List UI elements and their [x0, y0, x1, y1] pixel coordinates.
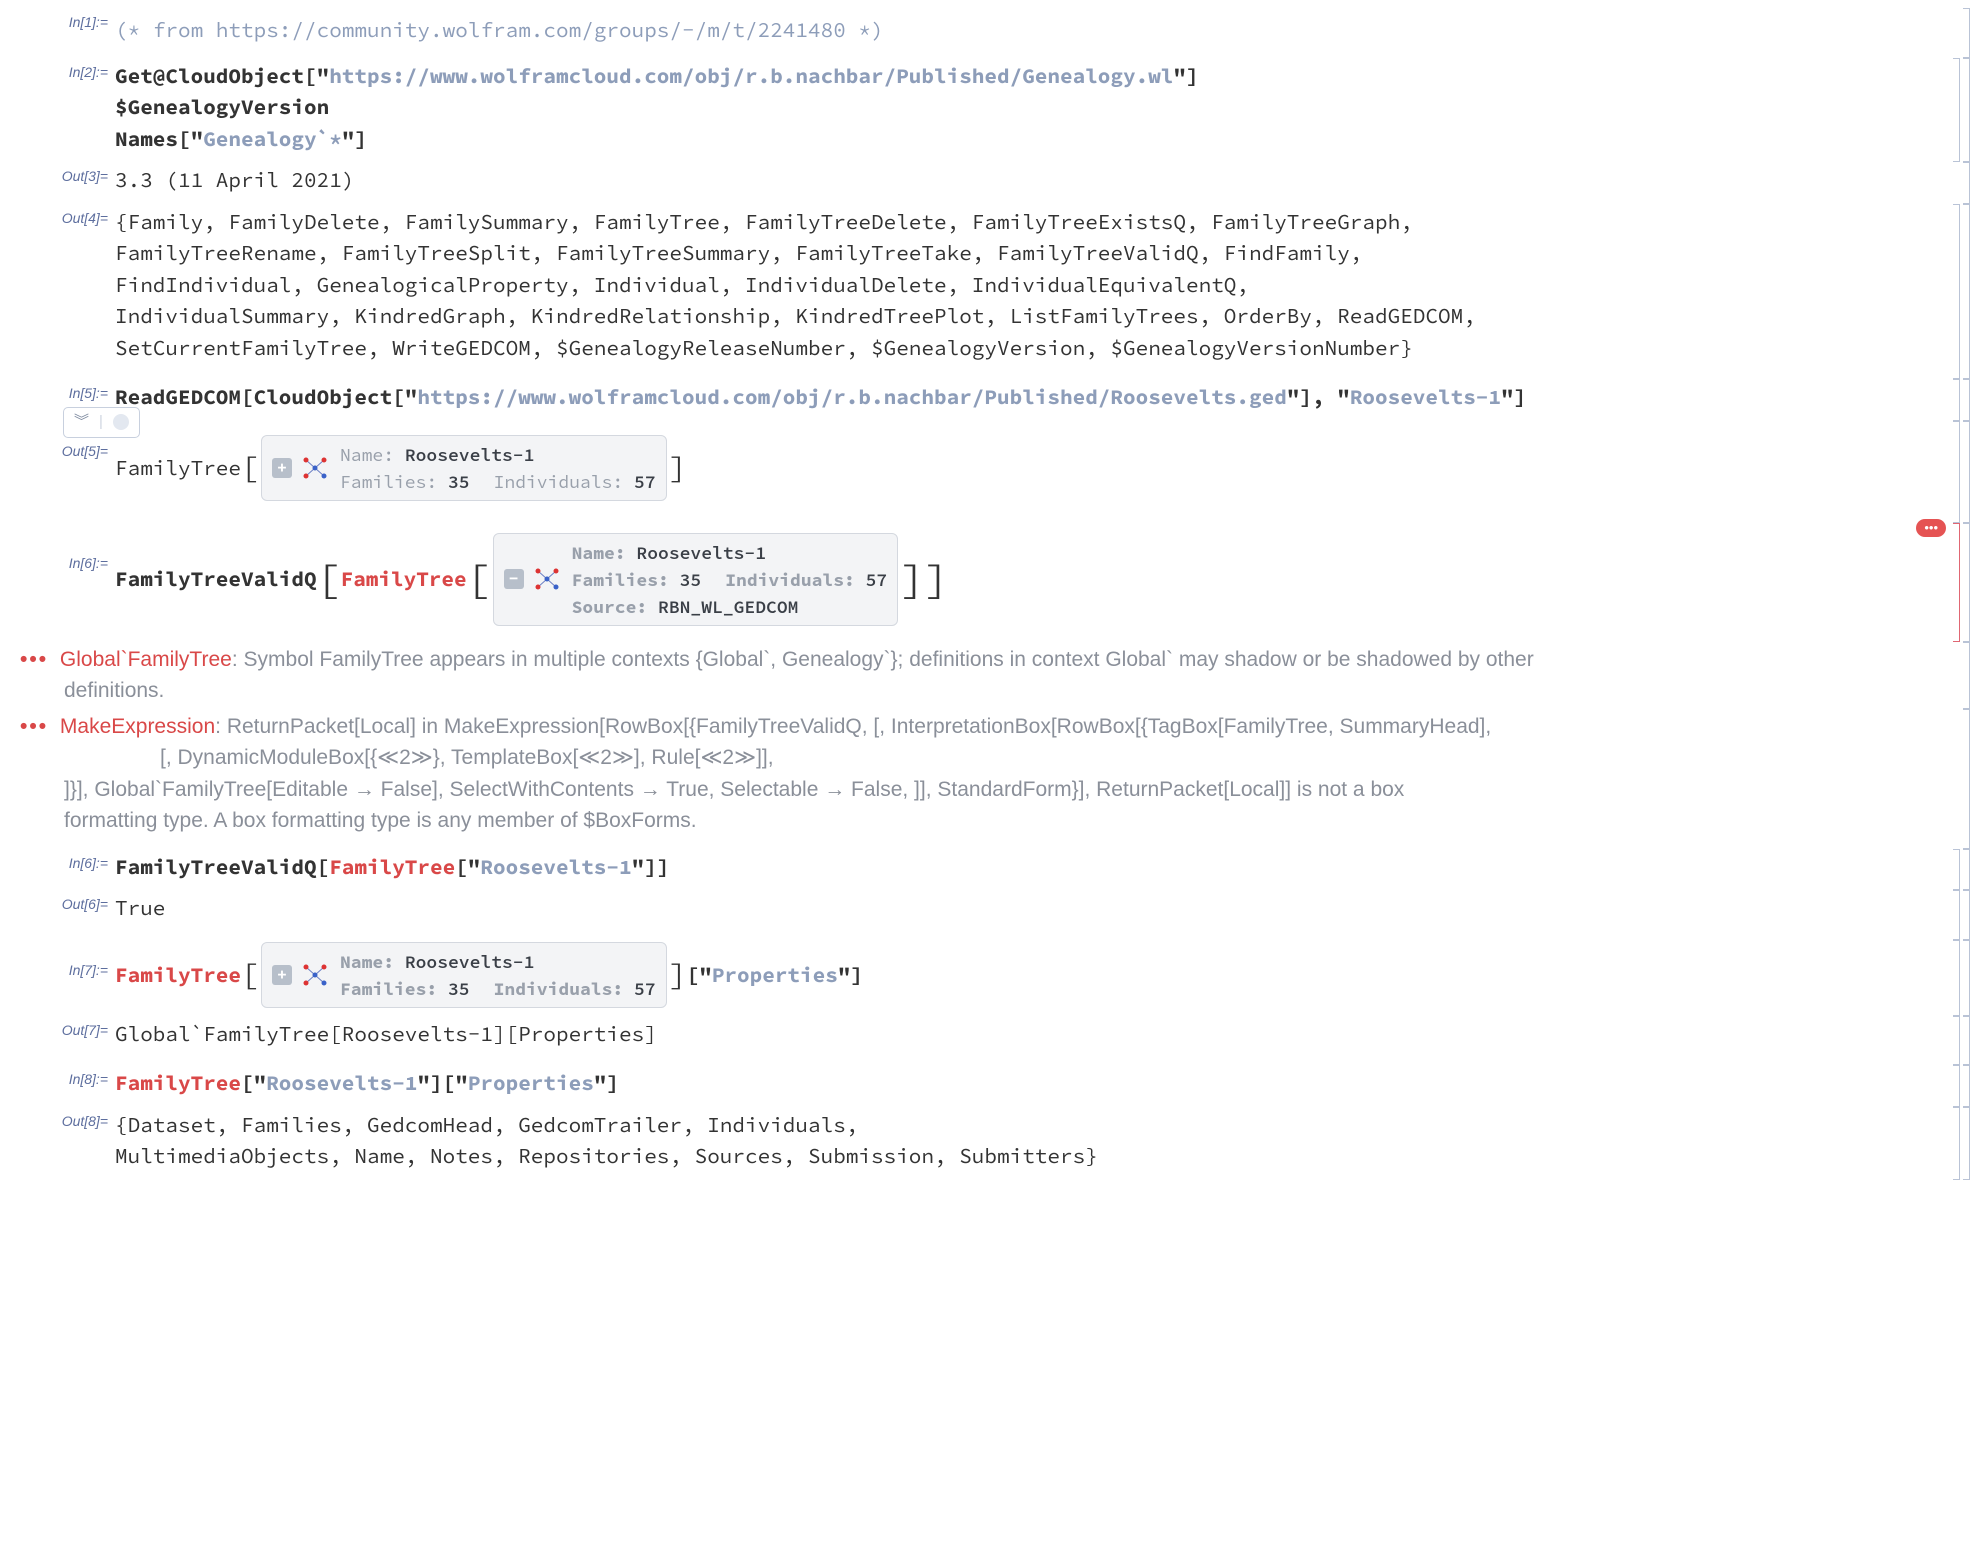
- symbol-warn: FamilyTree: [115, 1069, 241, 1096]
- string-text: Roosevelts-1: [480, 853, 631, 880]
- cell-label: Out[5]=: [8, 441, 108, 462]
- cell-in6b[interactable]: In[6]:= FamilyTreeValidQ[FamilyTree["Roo…: [8, 849, 1976, 891]
- cell-in2[interactable]: In[2]:= Get@CloudObject["https://www.wol…: [8, 58, 1976, 163]
- cell-out7[interactable]: Out[7]= Global`FamilyTree[Roosevelts-1][…: [8, 1016, 1976, 1066]
- cell-label: In[7]:=: [8, 960, 108, 981]
- message-tag[interactable]: Global`FamilyTree: [60, 648, 232, 671]
- cell-label: Out[4]=: [8, 208, 108, 229]
- cell-in5[interactable]: In[5]:= ReadGEDCOM[CloudObject["https://…: [8, 379, 1976, 421]
- cell-in6a[interactable]: ••• In[6]:= FamilyTreeValidQ [ FamilyTre…: [8, 523, 1976, 642]
- output-text: True: [115, 892, 1936, 924]
- suggestions-bar[interactable]: ︾ |: [63, 407, 140, 438]
- code-text: "]: [342, 125, 367, 152]
- expand-icon[interactable]: +: [272, 965, 292, 985]
- code-text: [": [241, 1069, 266, 1096]
- message-cell[interactable]: ••• MakeExpression: ReturnPacket[Local] …: [8, 709, 1976, 849]
- string-text: Genealogy`*: [203, 125, 342, 152]
- code-text: $GenealogyVersion: [115, 91, 1936, 123]
- code-text: ReadGEDCOM[CloudObject[": [115, 383, 417, 410]
- code-text: [": [455, 853, 480, 880]
- url-text: https://www.wolframcloud.com/obj/r.b.nac…: [329, 62, 1173, 89]
- collapse-icon[interactable]: −: [504, 569, 524, 589]
- code-text: FamilyTreeValidQ: [115, 563, 317, 595]
- code-text: "]]: [632, 853, 670, 880]
- code-text: "], ": [1287, 383, 1350, 410]
- output-text: {Family, FamilyDelete, FamilySummary, Fa…: [115, 206, 1936, 364]
- string-text: Roosevelts-1: [266, 1069, 417, 1096]
- cell-label: Out[3]=: [8, 166, 108, 187]
- message-text: ReturnPacket[Local] in MakeExpression[Ro…: [227, 715, 1491, 738]
- graph-icon: [532, 565, 562, 593]
- cell-label: In[1]:=: [8, 12, 108, 33]
- code-text: Get@CloudObject[": [115, 62, 329, 89]
- string-text: Properties: [468, 1069, 594, 1096]
- message-icon[interactable]: •••: [20, 648, 48, 671]
- error-badge[interactable]: •••: [1916, 519, 1946, 537]
- cell-label: Out[7]=: [8, 1020, 108, 1041]
- symbol-warn: FamilyTree: [341, 563, 467, 595]
- suggestion-icon[interactable]: [113, 414, 129, 430]
- output-text: 3.3 (11 April 2021): [115, 164, 1936, 196]
- graph-icon: [300, 454, 330, 482]
- cell-label: In[8]:=: [8, 1069, 108, 1090]
- cell-label: Out[6]=: [8, 894, 108, 915]
- cell-label: In[2]:=: [8, 62, 108, 83]
- code-text: "]: [594, 1069, 619, 1096]
- message-icon[interactable]: •••: [20, 715, 48, 738]
- cell-label: Out[8]=: [8, 1111, 108, 1132]
- message-tag[interactable]: MakeExpression: [60, 715, 215, 738]
- graph-icon: [300, 961, 330, 989]
- message-text: Symbol FamilyTree appears in multiple co…: [244, 648, 1534, 671]
- summary-box[interactable]: − Name: Roosevelts-1 Families: 35 Indivi…: [493, 533, 899, 626]
- chevron-down-icon[interactable]: ︾: [74, 411, 89, 434]
- code-text: "]: [1501, 383, 1526, 410]
- notebook-area[interactable]: In[1]:= (* from https://community.wolfra…: [0, 0, 1976, 1204]
- message-text: [, DynamicModuleBox[{≪2≫}, TemplateBox[≪…: [20, 742, 1936, 774]
- cell-label: In[6]:=: [8, 553, 108, 574]
- cell-in7[interactable]: In[7]:= FamilyTree [ + Name: Roosevelts-…: [8, 940, 1976, 1016]
- cell-in8[interactable]: In[8]:= FamilyTree["Roosevelts-1"]["Prop…: [8, 1065, 1976, 1107]
- code-text: Names[": [115, 125, 203, 152]
- cell-out5[interactable]: Out[5]= FamilyTree [ + Name: Roosevelts-…: [8, 421, 1976, 523]
- cell-out6[interactable]: Out[6]= True: [8, 890, 1976, 940]
- cell-out4[interactable]: Out[4]= {Family, FamilyDelete, FamilySum…: [8, 204, 1976, 380]
- code-text: [": [687, 959, 712, 991]
- expand-icon[interactable]: +: [272, 458, 292, 478]
- output-text: Global`FamilyTree[Roosevelts-1][Properti…: [115, 1018, 1936, 1050]
- summary-box[interactable]: + Name: Roosevelts-1 Families: 35 Indivi…: [261, 942, 667, 1008]
- code-text: "]: [838, 959, 863, 991]
- cell-out3[interactable]: Out[3]= 3.3 (11 April 2021): [8, 162, 1976, 204]
- cell-label: In[5]:=: [8, 383, 108, 404]
- message-cell[interactable]: ••• Global`FamilyTree: Symbol FamilyTree…: [8, 642, 1976, 709]
- message-text: ]}], Global`FamilyTree[Editable → False]…: [20, 774, 1936, 806]
- url-text: https://www.wolframcloud.com/obj/r.b.nac…: [417, 383, 1286, 410]
- message-text: definitions.: [64, 679, 164, 702]
- cell-out8[interactable]: Out[8]= {Dataset, Families, GedcomHead, …: [8, 1107, 1976, 1180]
- symbol-warn: FamilyTree: [329, 853, 455, 880]
- cell-in1[interactable]: In[1]:= (* from https://community.wolfra…: [8, 8, 1976, 58]
- code-text: "]: [1173, 62, 1198, 89]
- summary-box[interactable]: + Name: Roosevelts-1 Families: 35 Indivi…: [261, 435, 667, 501]
- symbol-warn: FamilyTree: [115, 959, 241, 991]
- comment-text: (* from https://community.wolfram.com/gr…: [115, 14, 1936, 46]
- message-text: formatting type. A box formatting type i…: [20, 805, 1936, 837]
- cell-label: In[6]:=: [8, 853, 108, 874]
- output-text: {Dataset, Families, GedcomHead, GedcomTr…: [115, 1109, 1936, 1172]
- code-text: FamilyTreeValidQ[: [115, 853, 329, 880]
- output-head: FamilyTree: [115, 452, 241, 484]
- string-text: Roosevelts-1: [1350, 383, 1501, 410]
- string-text: Properties: [712, 959, 838, 991]
- code-text: "][": [417, 1069, 467, 1096]
